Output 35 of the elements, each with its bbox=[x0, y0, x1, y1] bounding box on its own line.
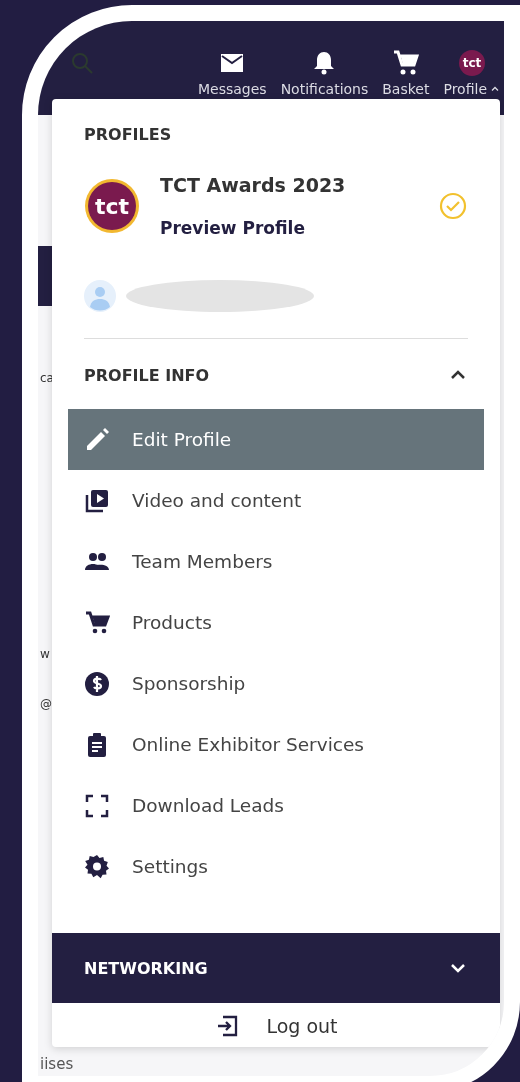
section-header-bar[interactable]: NETWORKING bbox=[52, 933, 500, 1003]
nav-button[interactable]: Basket bbox=[382, 49, 430, 97]
video-library-icon bbox=[84, 487, 110, 514]
sidebar-panel bbox=[38, 246, 52, 306]
user-avatar-icon bbox=[84, 280, 116, 312]
menu-item[interactable]: Settings bbox=[68, 836, 484, 897]
menu-item[interactable]: Team Members bbox=[68, 531, 484, 592]
cart-icon bbox=[84, 609, 110, 636]
pencil-icon bbox=[84, 426, 110, 453]
page-text: @ bbox=[40, 697, 53, 711]
nav-button[interactable]: Notifications bbox=[280, 49, 369, 97]
cart-icon bbox=[391, 49, 420, 77]
nav-button[interactable]: tct Profile bbox=[443, 49, 500, 97]
organisation-logo: tct bbox=[84, 178, 140, 234]
profile-avatar: tct bbox=[457, 49, 486, 77]
settings-icon bbox=[84, 853, 110, 880]
section-heading: PROFILE INFO bbox=[84, 365, 210, 385]
section-header[interactable]: PROFILE INFO bbox=[52, 339, 500, 409]
frame-corners-icon bbox=[84, 792, 110, 819]
dollar-coin-icon bbox=[84, 670, 110, 697]
page-text: iises bbox=[40, 1055, 75, 1073]
menu-item[interactable]: Edit Profile bbox=[68, 409, 484, 470]
page-text: w bbox=[40, 647, 51, 661]
menu-item[interactable]: Online Exhibitor Services bbox=[68, 714, 484, 775]
menu-item[interactable]: Sponsorship bbox=[68, 653, 484, 714]
profile-name: TCT Awards 2023 bbox=[160, 174, 347, 196]
menu-item[interactable]: Video and content bbox=[68, 470, 484, 531]
logout-button[interactable]: Log out bbox=[214, 1003, 338, 1047]
section-heading: NETWORKING bbox=[84, 958, 208, 978]
menu-item[interactable]: Download Leads bbox=[68, 775, 484, 836]
section-heading: PROFILES bbox=[84, 125, 173, 144]
search-icon bbox=[70, 51, 94, 75]
menu-item[interactable]: Products bbox=[68, 592, 484, 653]
preview-profile-link[interactable]: Preview Profile bbox=[160, 218, 418, 238]
nav-button[interactable]: Messages bbox=[198, 49, 267, 97]
